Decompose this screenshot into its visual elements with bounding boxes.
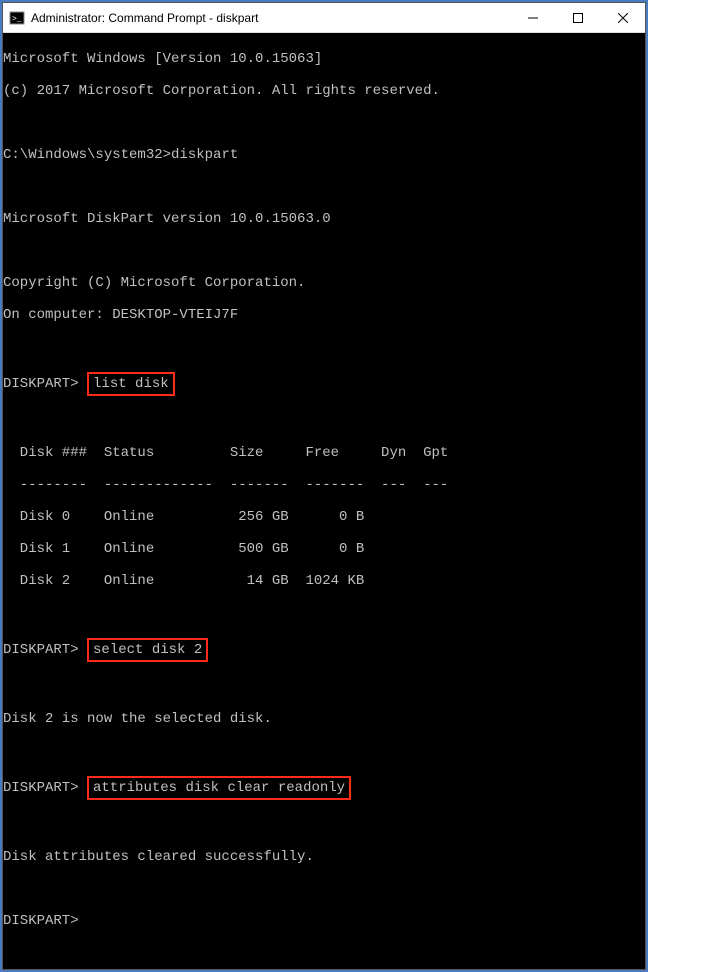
maximize-button[interactable]	[555, 3, 600, 33]
msg-cleared: Disk attributes cleared successfully.	[3, 849, 645, 865]
highlight-list-disk: list disk	[87, 372, 175, 396]
diskpart-copyright: Copyright (C) Microsoft Corporation.	[3, 275, 645, 291]
prompt-line: C:\Windows\system32>diskpart	[3, 147, 645, 163]
window-title: Administrator: Command Prompt - diskpart	[31, 11, 510, 25]
banner-line: Microsoft Windows [Version 10.0.15063]	[3, 51, 645, 67]
command-prompt-window: >_ Administrator: Command Prompt - diskp…	[2, 2, 646, 970]
diskpart-computer: On computer: DESKTOP-VTEIJ7F	[3, 307, 645, 323]
table-divider: -------- ------------- ------- ------- -…	[3, 477, 645, 493]
table-row: Disk 2 Online 14 GB 1024 KB	[3, 573, 645, 589]
copyright-line: (c) 2017 Microsoft Corporation. All righ…	[3, 83, 645, 99]
cmd-icon: >_	[9, 10, 25, 26]
minimize-button[interactable]	[510, 3, 555, 33]
msg-selected: Disk 2 is now the selected disk.	[3, 711, 645, 727]
titlebar[interactable]: >_ Administrator: Command Prompt - diskp…	[3, 3, 645, 33]
highlight-select-disk: select disk 2	[87, 638, 208, 662]
highlight-attr-clear: attributes disk clear readonly	[87, 776, 351, 800]
close-button[interactable]	[600, 3, 645, 33]
diskpart-prompt: DISKPART>	[3, 913, 645, 929]
diskpart-prompt-row: DISKPART> select disk 2	[3, 637, 645, 663]
diskpart-version: Microsoft DiskPart version 10.0.15063.0	[3, 211, 645, 227]
table-row: Disk 0 Online 256 GB 0 B	[3, 509, 645, 525]
table-row: Disk 1 Online 500 GB 0 B	[3, 541, 645, 557]
diskpart-prompt-row: DISKPART> attributes disk clear readonly	[3, 775, 645, 801]
diskpart-prompt-row: DISKPART> list disk	[3, 371, 645, 397]
terminal-output[interactable]: Microsoft Windows [Version 10.0.15063] (…	[3, 33, 645, 969]
table-header: Disk ### Status Size Free Dyn Gpt	[3, 445, 645, 461]
svg-text:>_: >_	[12, 15, 22, 24]
